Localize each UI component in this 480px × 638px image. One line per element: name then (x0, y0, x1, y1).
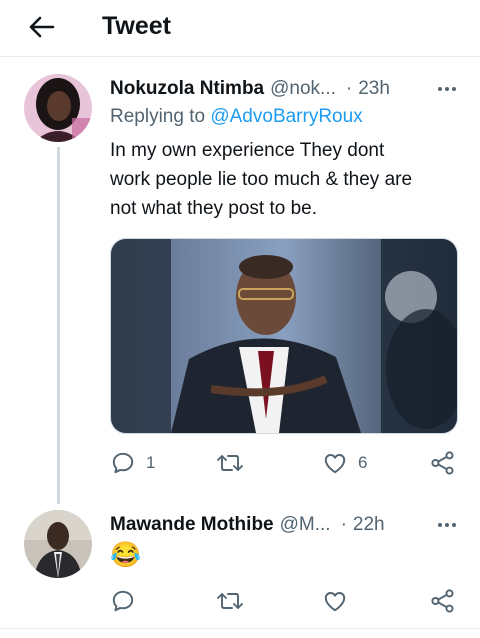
reply-count: 1 (146, 453, 156, 472)
back-arrow-icon (29, 16, 55, 38)
page-title: Tweet (102, 12, 171, 40)
retweet-icon (217, 593, 243, 609)
like-button[interactable]: 6 (322, 448, 367, 478)
divider (0, 628, 480, 629)
tweet-text: In my own experience They dont work peop… (110, 136, 460, 223)
tweet-text-line: In my own experience They dont (110, 140, 385, 161)
tweet-actions (110, 586, 456, 616)
top-bar: Tweet (0, 0, 480, 57)
reply-icon (112, 452, 134, 474)
replying-to-line: Replying to @AdvoBarryRoux (110, 106, 363, 128)
more-options-button[interactable] (438, 512, 456, 538)
avatar[interactable] (24, 510, 92, 578)
share-button[interactable] (430, 448, 456, 478)
tweet-photo[interactable] (110, 238, 458, 434)
user-handle[interactable]: @nok... (270, 78, 336, 100)
retweet-icon (217, 455, 243, 471)
like-icon (324, 592, 346, 612)
reply-button[interactable]: 1 (110, 448, 155, 478)
more-icon (438, 87, 442, 91)
replying-to-link[interactable]: @AdvoBarryRoux (210, 106, 362, 127)
tweet-text-line: not what they post to be. (110, 198, 318, 219)
like-count: 6 (358, 453, 368, 472)
retweet-button[interactable] (216, 586, 244, 616)
replying-label: Replying to (110, 106, 206, 127)
share-button[interactable] (430, 586, 456, 616)
share-icon (431, 589, 454, 613)
timestamp[interactable]: 23h (358, 78, 390, 100)
share-icon (431, 451, 454, 475)
tweet-actions: 1 6 (110, 448, 456, 478)
reply-button[interactable] (110, 586, 136, 616)
separator-dot: · (345, 78, 353, 99)
user-handle[interactable]: @M... (280, 514, 331, 536)
avatar[interactable] (24, 74, 92, 142)
like-button[interactable] (322, 586, 348, 616)
timestamp[interactable]: 22h (353, 514, 385, 536)
separator-dot: · (340, 514, 347, 535)
more-icon (438, 523, 442, 527)
like-icon (324, 454, 346, 474)
reply-icon (112, 590, 134, 612)
tweet-text: 😂 (110, 541, 142, 569)
tweet-header: Mawande Mothibe @M... · 22h (110, 512, 456, 538)
tweet-text-line: work people lie too much & they are (110, 169, 413, 190)
back-button[interactable] (26, 12, 58, 42)
thread-connector-line (57, 147, 60, 504)
retweet-button[interactable] (216, 448, 244, 478)
tweet-header: Nokuzola Ntimba @nok... · 23h (110, 76, 456, 102)
more-options-button[interactable] (438, 76, 456, 102)
display-name[interactable]: Mawande Mothibe (110, 514, 274, 536)
display-name[interactable]: Nokuzola Ntimba (110, 78, 264, 100)
